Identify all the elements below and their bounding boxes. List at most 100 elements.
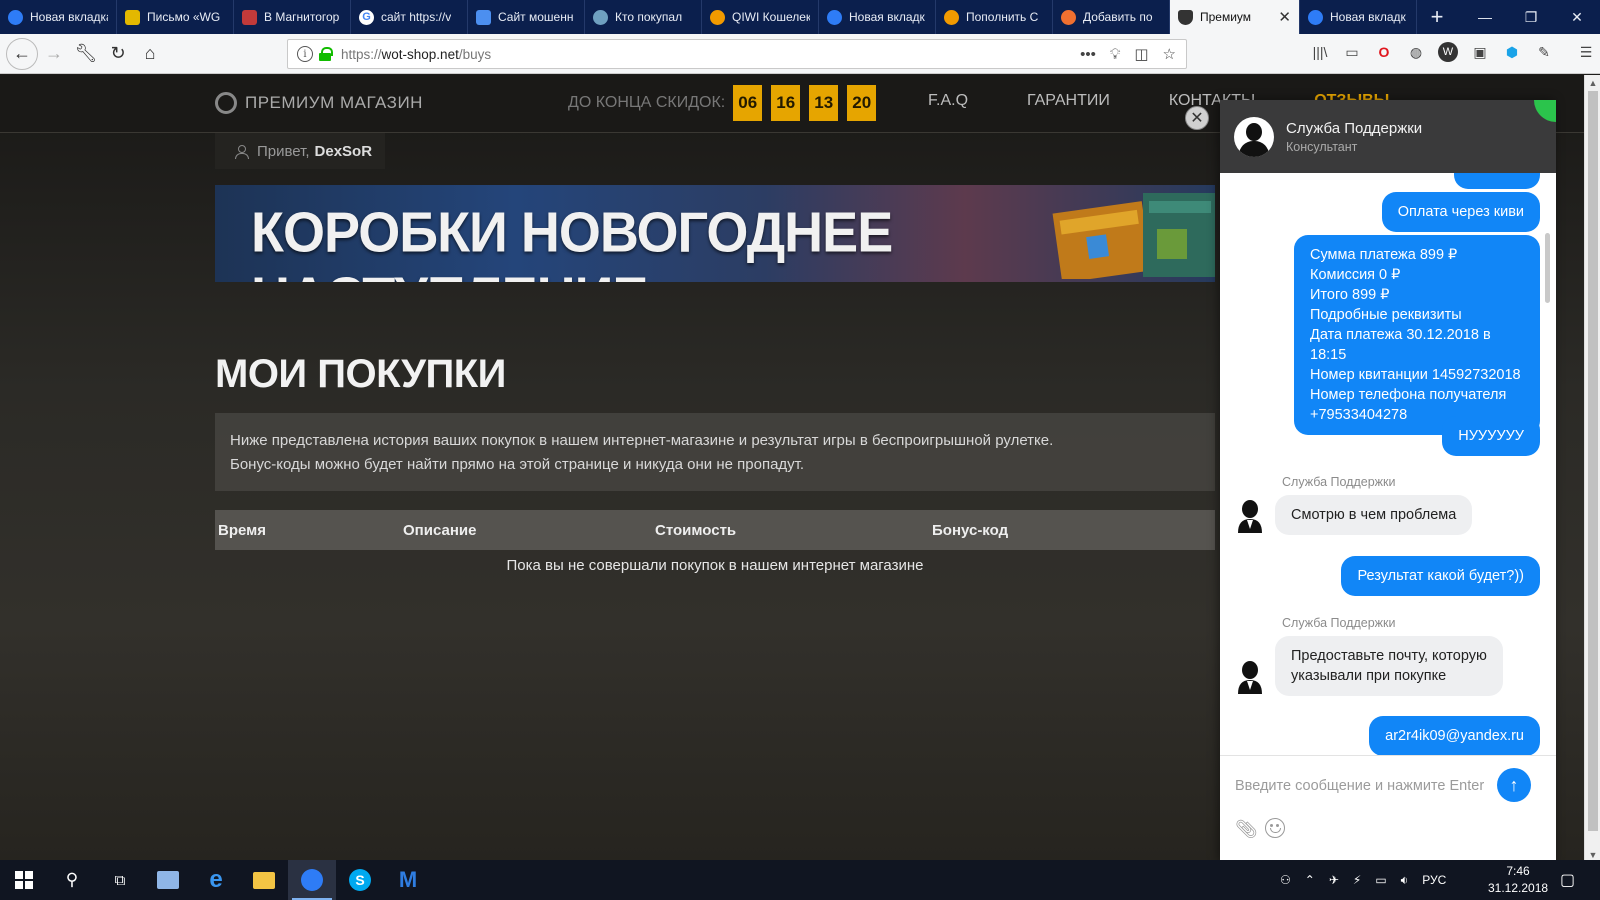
message-line: Сумма платежа 899 ₽ — [1310, 247, 1458, 263]
tab-title: Сайт мошенн — [498, 10, 574, 24]
more-icon[interactable]: ••• — [1080, 46, 1096, 63]
globe-icon[interactable]: ◍ — [1406, 42, 1426, 62]
plane-icon[interactable]: ✈ — [1329, 873, 1339, 887]
agent-message: Смотрю в чем проблема — [1275, 495, 1473, 535]
browser-tab[interactable]: Новая вкладк — [819, 0, 936, 34]
loot-box-art — [1052, 193, 1215, 279]
url-host: wot-shop.net — [381, 46, 459, 62]
send-button[interactable]: ↑ — [1497, 768, 1531, 802]
close-window-icon[interactable]: ✕ — [1554, 0, 1600, 34]
chevron-up-icon[interactable]: ⌃ — [1305, 873, 1315, 887]
mask-icon — [593, 9, 608, 25]
menu-icon[interactable]: ☰ — [1576, 42, 1596, 62]
message-line: Дата платежа 30.12.2018 в 18:15 — [1310, 327, 1491, 363]
restore-icon[interactable]: ❐ — [1508, 0, 1554, 34]
pocket-icon[interactable]: ◫ — [1134, 45, 1148, 63]
taskbar-edge[interactable]: e — [192, 860, 240, 900]
agent-avatar-small — [1238, 500, 1262, 533]
monitor-icon[interactable]: ▭ — [1375, 873, 1386, 887]
emoji-icon[interactable] — [1265, 818, 1285, 838]
qiwi-icon — [944, 9, 959, 25]
notifications-icon[interactable]: ▢ — [1560, 870, 1575, 890]
taskbar-firefox[interactable] — [288, 860, 336, 900]
info-icon[interactable]: i — [297, 46, 313, 62]
language-indicator[interactable]: РУС — [1422, 873, 1446, 887]
close-icon[interactable]: ✕ — [1278, 8, 1291, 26]
nav-guarantees[interactable]: ГАРАНТИИ — [1027, 92, 1110, 110]
pen-extension-icon[interactable]: ✎ — [1534, 42, 1554, 62]
taskbar-skype[interactable]: S — [336, 860, 384, 900]
tab-title: В Магнитогор — [264, 10, 340, 24]
browser-tab[interactable]: Новая вкладка — [0, 0, 117, 34]
scrollbar-thumb[interactable] — [1588, 91, 1598, 831]
clock-date: 31.12.2018 — [1488, 881, 1549, 895]
attachment-icon[interactable]: 📎︎ — [1235, 819, 1258, 840]
page-scrollbar[interactable]: ▲ ▼ — [1584, 75, 1600, 863]
browser-tab[interactable]: QIWI Кошелек — [702, 0, 819, 34]
opera-icon[interactable]: O — [1374, 42, 1394, 62]
w-extension-icon[interactable]: W — [1438, 42, 1458, 62]
greeting-text: Привет, — [257, 142, 310, 160]
qiwi-icon — [710, 9, 725, 25]
message-line: Подробные реквизиты — [1310, 307, 1462, 323]
message-input[interactable]: Введите сообщение и нажмите Enter — [1235, 778, 1484, 794]
volume-icon[interactable]: 🔉︎ — [1401, 873, 1409, 888]
nav-faq[interactable]: F.A.Q — [928, 92, 968, 110]
task-view-button[interactable]: ⧉ — [96, 860, 144, 900]
chat-close-button[interactable]: ✕ — [1185, 106, 1209, 130]
people-icon[interactable]: ⚇ — [1280, 873, 1291, 887]
tab-strip: Новая вкладка Письмо «WG В Магнитогор Gс… — [0, 0, 1600, 34]
browser-tab[interactable]: Кто покупал — [585, 0, 702, 34]
start-button[interactable] — [0, 860, 48, 900]
agent-avatar — [1234, 116, 1274, 157]
back-button[interactable]: ← — [6, 37, 38, 70]
clock[interactable]: 7:46 31.12.2018 — [1488, 863, 1548, 897]
wrench-icon[interactable]: 🔧︎ — [70, 38, 102, 70]
agent-name: Служба Поддержки — [1286, 119, 1423, 137]
chat-scrollbar[interactable] — [1545, 233, 1550, 303]
cube-extension-icon[interactable]: ⬢ — [1502, 42, 1522, 62]
browser-tab[interactable]: Письмо «WG — [117, 0, 234, 34]
browser-tab[interactable]: Сайт мошенн — [468, 0, 585, 34]
home-button[interactable]: ⌂ — [134, 38, 166, 70]
new-tab-button[interactable]: + — [1417, 0, 1457, 34]
message-line: Номер квитанции 14592732018 — [1310, 367, 1521, 383]
reload-button[interactable]: ↻ — [102, 38, 134, 70]
image-extension-icon[interactable]: ▣ — [1470, 42, 1490, 62]
address-bar[interactable]: i https://wot-shop.net/buys ••• 💡︎ ◫ ☆ — [287, 39, 1187, 69]
browser-tab[interactable]: Gсайт https://v — [351, 0, 468, 34]
chat-composer: Введите сообщение и нажмите Enter ↑ 📎︎ — [1220, 755, 1556, 862]
agent-message: Предоставьте почту, которую указывали пр… — [1275, 636, 1503, 696]
taskbar-explorer[interactable] — [240, 860, 288, 900]
browser-tab[interactable]: Пополнить С — [936, 0, 1053, 34]
sidebar-icon[interactable]: ▭ — [1342, 42, 1362, 62]
taskbar-malwarebytes[interactable]: M — [384, 860, 432, 900]
chat-messages[interactable]: DexSoR Оплата через киви Сумма платежа 8… — [1220, 173, 1556, 755]
browser-tab-active[interactable]: Премиум ✕ — [1170, 0, 1300, 34]
promo-banner[interactable]: КОРОБКИ НОВОГОДНЕЕ НАСТУПЛЕНИЕ — [215, 185, 1215, 282]
username[interactable]: DexSoR — [315, 143, 373, 160]
bulb-icon[interactable]: 💡︎ — [1110, 46, 1121, 63]
url-actions: ••• 💡︎ ◫ ☆ — [1080, 45, 1176, 64]
taskbar-computer[interactable] — [144, 860, 192, 900]
browser-tab[interactable]: Добавить по — [1053, 0, 1170, 34]
purchases-table-header: Время Описание Стоимость Бонус-код — [215, 510, 1215, 550]
star-icon[interactable]: ☆ — [1163, 45, 1176, 63]
user-message: Оплата через киви — [1381, 192, 1540, 232]
countdown-minutes: 13 — [809, 85, 839, 121]
computer-icon — [157, 871, 179, 889]
library-icon[interactable]: |||\ — [1310, 42, 1330, 62]
tab-title: Новая вкладк — [1330, 10, 1406, 24]
network-icon[interactable]: ⚡ — [1353, 873, 1361, 887]
search-button[interactable]: ⚲ — [48, 860, 96, 900]
mail-icon — [125, 9, 140, 25]
tab-title: Кто покупал — [615, 10, 683, 24]
message-author: Служба Поддержки — [1282, 616, 1396, 630]
col-time: Время — [218, 521, 266, 539]
minimize-icon[interactable]: — — [1462, 0, 1508, 34]
browser-tab[interactable]: В Магнитогор — [234, 0, 351, 34]
site-logo[interactable]: ПРЕМИУМ МАГАЗИН — [215, 92, 423, 114]
forward-button[interactable]: → — [38, 38, 70, 70]
browser-tab[interactable]: Новая вкладк — [1300, 0, 1417, 34]
scroll-up-icon[interactable]: ▲ — [1585, 75, 1600, 91]
